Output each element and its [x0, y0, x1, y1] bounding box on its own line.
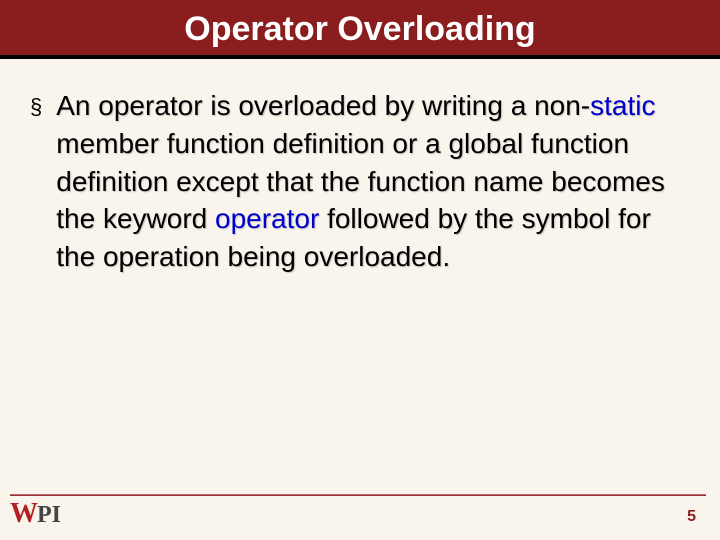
text-fragment: An operator is overloaded by writing a n… [56, 90, 590, 121]
logo-pi: PI [37, 502, 61, 529]
bullet-item: § An operator is overloaded by writing a… [30, 87, 690, 276]
wpi-logo: WPI [10, 498, 61, 530]
keyword-operator: operator [215, 203, 319, 234]
slide: Operator Overloading § An operator is ov… [0, 0, 720, 540]
footer: WPI 5 [10, 490, 696, 530]
page-number: 5 [687, 508, 696, 526]
bullet-icon: § [30, 87, 42, 127]
keyword-static: static [590, 90, 655, 121]
body-text: An operator is overloaded by writing a n… [56, 87, 690, 276]
content-area: § An operator is overloaded by writing a… [0, 59, 720, 276]
logo-w: W [10, 498, 36, 530]
slide-title: Operator Overloading [0, 0, 720, 59]
